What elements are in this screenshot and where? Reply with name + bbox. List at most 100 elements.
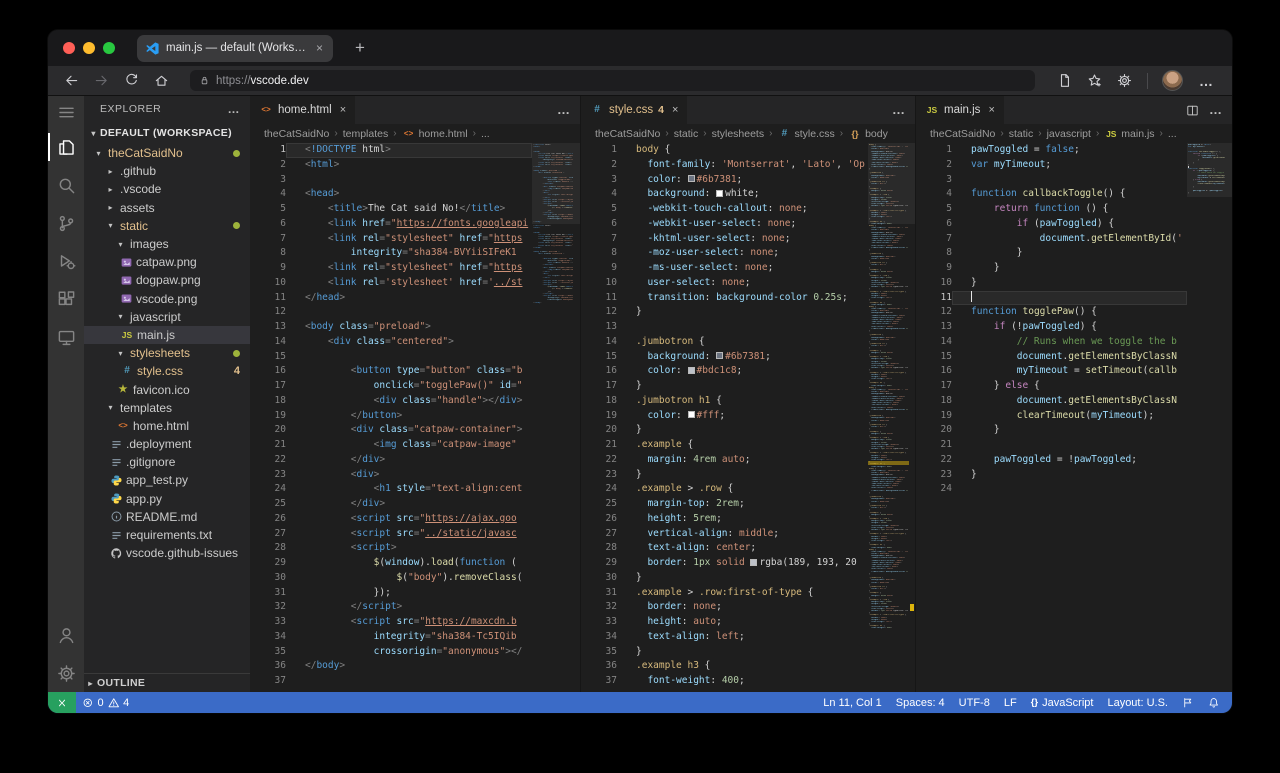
code-area[interactable]: 1 <!DOCTYPE html> 2 <html> 3 4 <head> 5 <title>… [250, 143, 532, 692]
minimap-slider[interactable] [532, 143, 580, 224]
tree-item-images[interactable]: ▾ images [84, 235, 250, 253]
tree-item-stylesheets[interactable]: ▾ stylesheets [84, 344, 250, 362]
tab-close-icon[interactable]: × [314, 41, 325, 55]
more-actions-icon[interactable]: … [557, 103, 571, 116]
account-icon[interactable] [48, 616, 84, 654]
tree-item-catpaw.png[interactable]: catpaw.png [84, 253, 250, 271]
minimap-slider[interactable] [868, 143, 915, 224]
status-lf[interactable]: LF [997, 692, 1024, 713]
status-utf-8[interactable]: UTF-8 [952, 692, 997, 713]
tree-item-.vscode[interactable]: ▸ .vscode [84, 180, 250, 198]
source-control-icon[interactable] [48, 204, 84, 242]
explorer-title: EXPLORER [100, 103, 162, 115]
breadcrumb-item[interactable]: templates [343, 128, 389, 140]
explorer-more-button[interactable]: … [228, 102, 241, 116]
minimap[interactable]: body { font-family: 'Montserrat', 'Lato'… [868, 143, 915, 692]
minimap[interactable]: pawToggled = false; var myTimeout; functio… [1187, 143, 1232, 692]
tree-item-.gitignore[interactable]: .gitignore [84, 453, 250, 471]
breadcrumb-item[interactable]: theCatSaidNo [264, 128, 329, 140]
minimap[interactable]: <!DOCTYPE html> <html> <head> <title>The C… [532, 143, 580, 692]
breadcrumb-item[interactable]: <> home.html [402, 127, 468, 141]
problems-status[interactable]: 0 4 [76, 692, 135, 713]
status-bell-icon[interactable] [1201, 692, 1227, 713]
home-button[interactable] [148, 69, 174, 93]
address-bar[interactable]: https://vscode.dev [190, 70, 1035, 91]
close-window-button[interactable] [63, 42, 75, 54]
lock-icon [199, 75, 210, 86]
tree-item-dogpaw.png[interactable]: dogpaw.png [84, 271, 250, 289]
browser-extensions-icon[interactable] [1111, 69, 1137, 93]
status-javascript[interactable]: {} JavaScript [1024, 692, 1101, 713]
split-editor-icon[interactable] [1186, 104, 1199, 117]
back-button[interactable] [58, 69, 84, 93]
profile-avatar[interactable] [1162, 70, 1183, 91]
tree-item-theCatSaidNo[interactable]: ▾ theCatSaidNo [84, 144, 250, 162]
outline-section-header[interactable]: ▸ OUTLINE [84, 673, 250, 692]
tree-item-assets[interactable]: ▸ assets [84, 199, 250, 217]
remote-icon[interactable] [48, 318, 84, 356]
tree-item-favicon.ico[interactable]: ★ favicon.ico [84, 380, 250, 398]
tree-item-templates[interactable]: ▾ templates [84, 399, 250, 417]
tree-item-.deployment[interactable]: .deployment [84, 435, 250, 453]
tree-item-main.js[interactable]: JS main.js [84, 325, 250, 345]
tree-item-home.html[interactable]: <> home.html [84, 417, 250, 435]
breadcrumb-item[interactable]: javascript [1047, 128, 1091, 140]
breadcrumb-item[interactable]: ... [481, 128, 490, 140]
tree-item-.github[interactable]: ▸ .github [84, 162, 250, 180]
minimize-window-button[interactable] [83, 42, 95, 54]
code-area[interactable]: 1 pawToggled = false; 2 var myTimeout; 3 4 fun… [916, 143, 1187, 692]
tree-item-label: app.py [126, 491, 163, 506]
minimap-slider[interactable] [1187, 143, 1232, 197]
menu-icon[interactable] [48, 96, 84, 128]
close-icon[interactable]: × [340, 104, 346, 116]
breadcrumb-item[interactable]: {} body [848, 127, 888, 141]
editor-tab-home-html[interactable]: <> home.html × [250, 96, 357, 124]
code-line: 11 transition: background-color 0.25s; [605, 291, 848, 303]
browser-menu-button[interactable]: … [1191, 73, 1222, 89]
more-actions-icon[interactable]: … [892, 103, 906, 116]
tree-item-README.md[interactable]: README.md [84, 508, 250, 526]
collections-icon[interactable] [1051, 69, 1077, 93]
tree-item-requirements.txt[interactable]: requirements.txt [84, 526, 250, 544]
close-icon[interactable]: × [672, 104, 678, 116]
breadcrumb-item[interactable]: theCatSaidNo [595, 128, 660, 140]
zoom-window-button[interactable] [103, 42, 115, 54]
status-feedback-icon[interactable] [1175, 692, 1201, 713]
breadcrumb-item[interactable]: JS main.js [1104, 127, 1154, 141]
chevron-down-icon: ▾ [118, 348, 123, 358]
extensions-icon[interactable] [48, 280, 84, 318]
debug-icon[interactable] [48, 242, 84, 280]
workspace-section-header[interactable]: ▾ DEFAULT (WORKSPACE) [84, 122, 250, 144]
close-icon[interactable]: × [988, 104, 994, 116]
status-spaces-4[interactable]: Spaces: 4 [889, 692, 952, 713]
tree-item-static[interactable]: ▾ static [84, 217, 250, 235]
browser-tab[interactable]: main.js — default (Workspace) × [137, 34, 333, 62]
breadcrumb-item[interactable]: stylesheets [712, 128, 765, 140]
breadcrumb-item[interactable]: static [674, 128, 699, 140]
editor-tab-main-js[interactable]: JS main.js × [916, 96, 1005, 124]
breadcrumb-item[interactable]: theCatSaidNo [930, 128, 995, 140]
breadcrumb-item[interactable]: static [1009, 128, 1034, 140]
status-ln-11-col-1[interactable]: Ln 11, Col 1 [816, 692, 889, 713]
tree-item-app_test.py[interactable]: app_test.py [84, 471, 250, 489]
refresh-button[interactable] [118, 69, 144, 93]
tree-item-label: README.md [126, 509, 198, 524]
settings-icon[interactable] [48, 654, 84, 692]
more-actions-icon[interactable]: … [1209, 103, 1223, 116]
new-tab-button[interactable]: + [349, 38, 371, 58]
tree-item-app.py[interactable]: app.py [84, 490, 250, 508]
code-area[interactable]: 1 body {2 font-family: 'Montserrat', 'Lat… [581, 143, 868, 692]
breadcrumb-item[interactable]: # style.css [777, 127, 835, 141]
forward-button[interactable] [88, 69, 114, 93]
tree-item-vscode.github-issues[interactable]: vscode.github-issues [84, 544, 250, 562]
status-layout-u-s-[interactable]: Layout: U.S. [1100, 692, 1175, 713]
editor-tab-style-css[interactable]: # style.css 4 × [581, 96, 689, 124]
remote-indicator[interactable] [48, 692, 76, 713]
explorer-icon[interactable] [48, 128, 84, 166]
favorite-star-icon[interactable] [1081, 69, 1107, 93]
tree-item-vscode.png[interactable]: vscode.png [84, 290, 250, 308]
tree-item-javascript[interactable]: ▾ javascript [84, 308, 250, 326]
tree-item-style.css[interactable]: # style.css 4 [84, 362, 250, 380]
search-icon[interactable] [48, 166, 84, 204]
breadcrumb-item[interactable]: ... [1168, 128, 1177, 140]
